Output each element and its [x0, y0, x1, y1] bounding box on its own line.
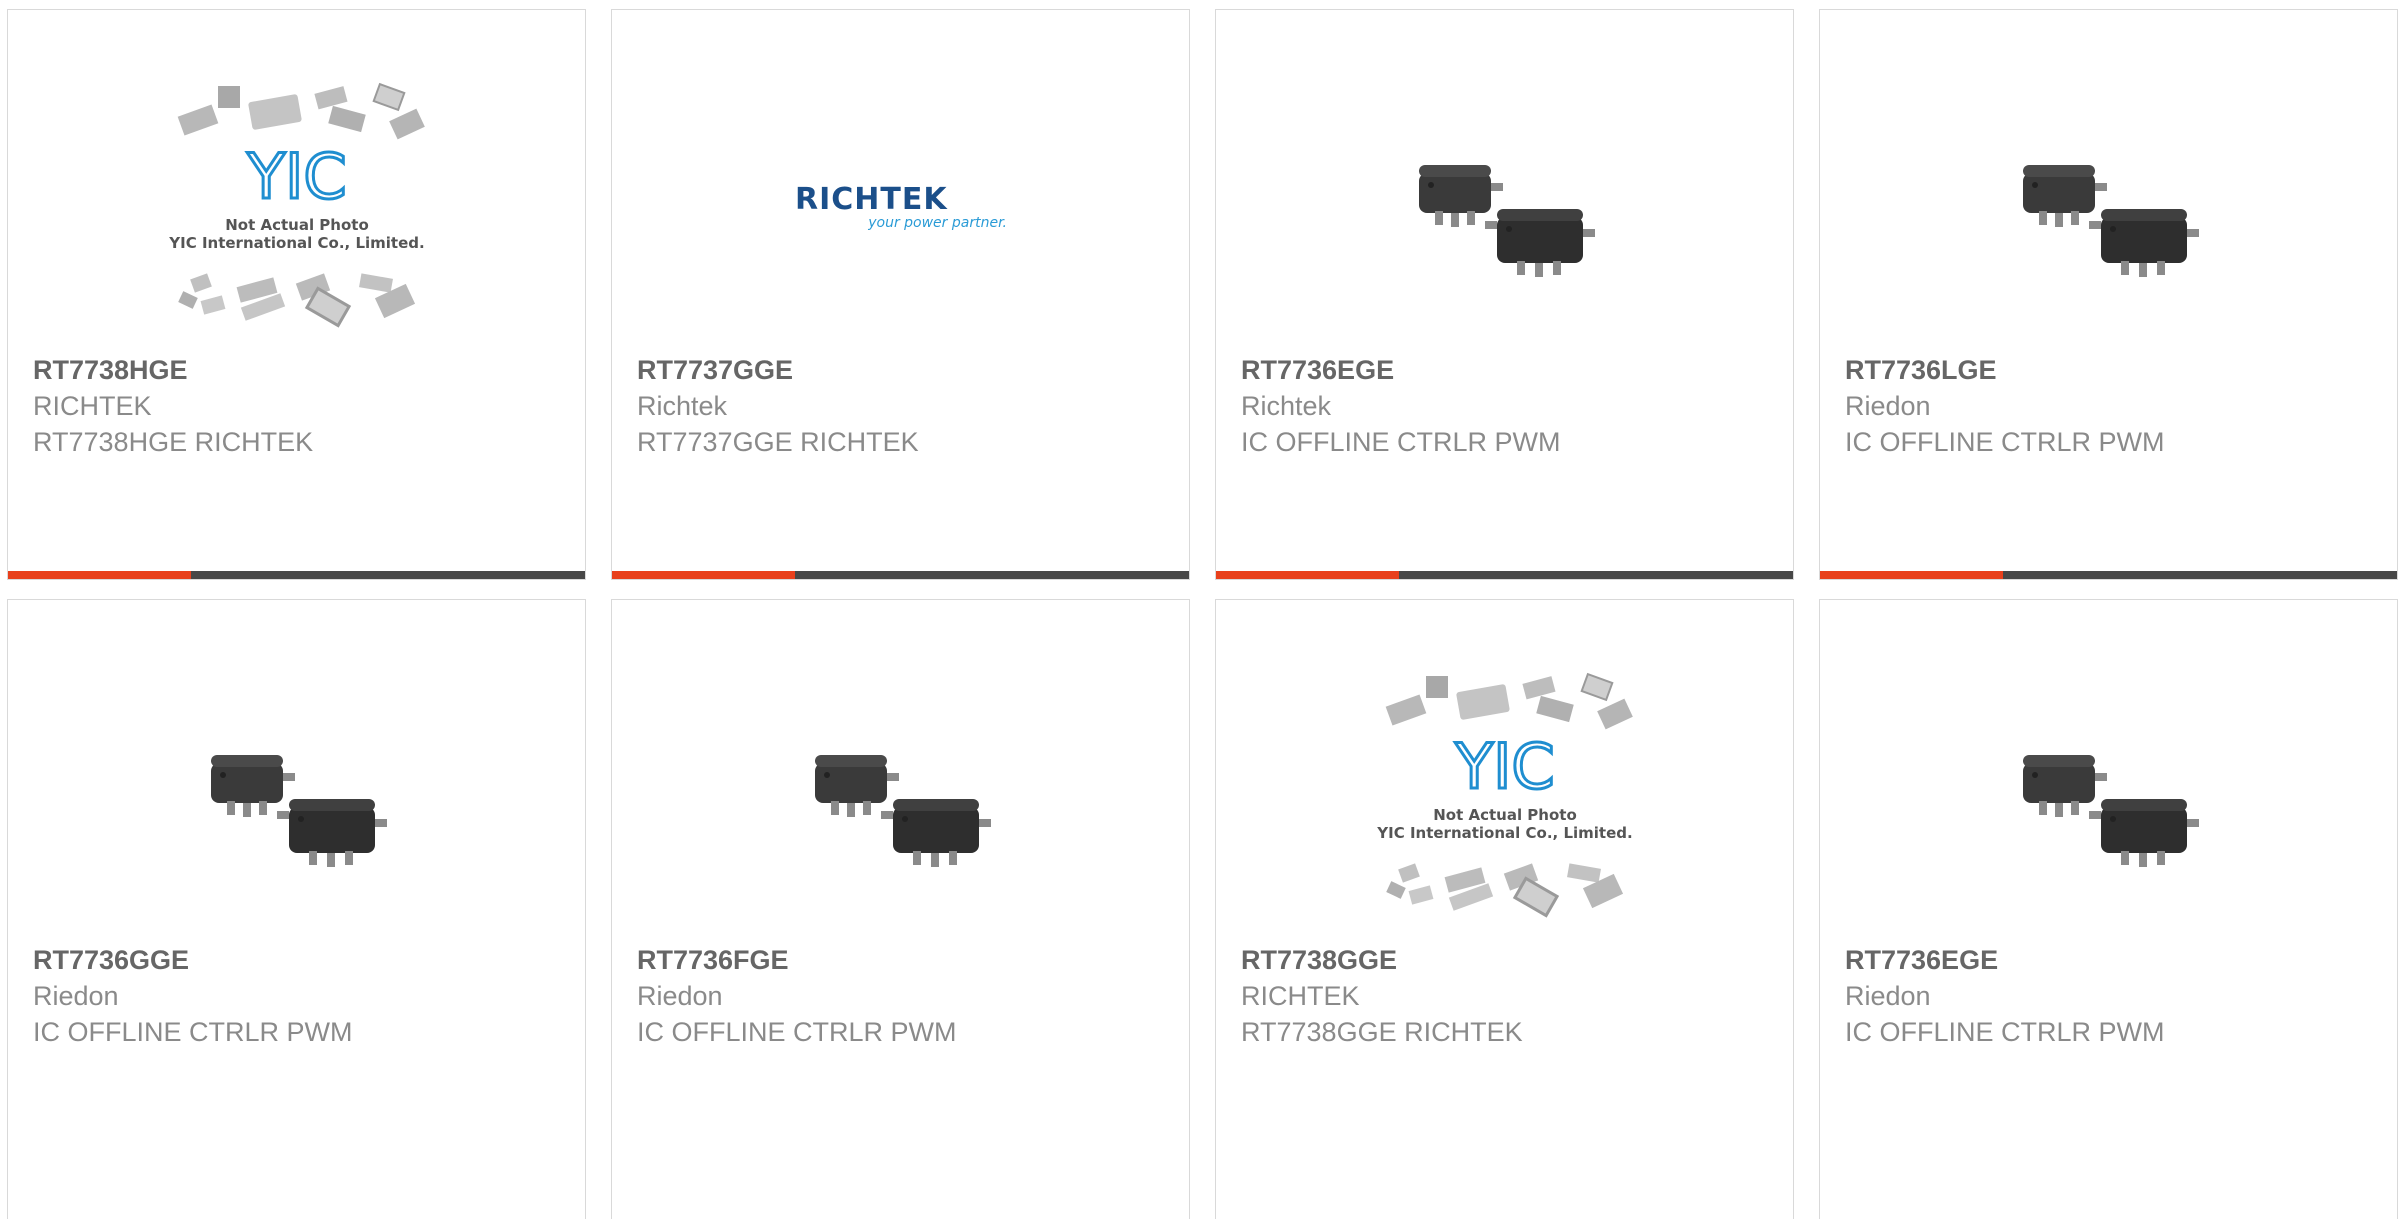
product-image[interactable] [612, 660, 1189, 930]
svg-text:YIC: YIC [1454, 730, 1554, 803]
product-image[interactable]: RICHTEK your power partner. [612, 70, 1189, 340]
product-info: RT7738HGE RICHTEK RT7738HGE RICHTEK [33, 352, 575, 460]
card-accent-bar [1216, 571, 1793, 579]
yic-placeholder-image: YIC Not Actual Photo YIC International C… [1376, 673, 1634, 918]
richtek-logo: RICHTEK your power partner. [795, 182, 1007, 231]
description: IC OFFLINE CTRLR PWM [33, 1017, 353, 1047]
product-card[interactable]: YIC Not Actual Photo YIC International C… [7, 9, 586, 580]
svg-text:RICHTEK: RICHTEK [795, 182, 948, 217]
manufacturer: Richtek [1241, 391, 1332, 421]
manufacturer: Richtek [637, 391, 728, 421]
part-number[interactable]: RT7736LGE [1845, 352, 2387, 388]
svg-text:your power partner.: your power partner. [867, 215, 1007, 231]
product-image[interactable]: YIC Not Actual Photo YIC International C… [8, 70, 585, 340]
part-number[interactable]: RT7738HGE [33, 352, 575, 388]
product-info: RT7737GGE Richtek RT7737GGE RICHTEK [637, 352, 1179, 460]
card-accent-bar [8, 571, 585, 579]
svg-text:YIC International Co., Limited: YIC International Co., Limited. [168, 234, 424, 252]
description: IC OFFLINE CTRLR PWM [1845, 427, 2165, 457]
product-image[interactable] [1820, 660, 2397, 930]
ic-chip-photo [210, 755, 387, 867]
product-info: RT7736FGE Riedon IC OFFLINE CTRLR PWM [637, 942, 1179, 1050]
description: RT7738HGE RICHTEK [33, 427, 314, 457]
description: IC OFFLINE CTRLR PWM [1241, 427, 1561, 457]
product-card[interactable]: RT7736LGE Riedon IC OFFLINE CTRLR PWM [1819, 9, 2398, 580]
part-number[interactable]: RT7738GGE [1241, 942, 1783, 978]
ic-chip-photo [2022, 165, 2199, 277]
manufacturer: Riedon [1845, 391, 1931, 421]
product-info: RT7736LGE Riedon IC OFFLINE CTRLR PWM [1845, 352, 2387, 460]
ic-chip-photo [814, 755, 991, 867]
part-number[interactable]: RT7736EGE [1845, 942, 2387, 978]
product-info: RT7736EGE Richtek IC OFFLINE CTRLR PWM [1241, 352, 1783, 460]
product-info: RT7738GGE RICHTEK RT7738GGE RICHTEK [1241, 942, 1783, 1050]
product-info: RT7736GGE Riedon IC OFFLINE CTRLR PWM [33, 942, 575, 1050]
part-number[interactable]: RT7736EGE [1241, 352, 1783, 388]
description: IC OFFLINE CTRLR PWM [637, 1017, 957, 1047]
svg-text:Not Actual Photo: Not Actual Photo [225, 216, 369, 234]
svg-text:Not Actual Photo: Not Actual Photo [1433, 806, 1577, 824]
yic-placeholder-image: YIC Not Actual Photo YIC International C… [168, 83, 426, 328]
product-image[interactable]: YIC Not Actual Photo YIC International C… [1216, 660, 1793, 930]
description: RT7737GGE RICHTEK [637, 427, 919, 457]
description: RT7738GGE RICHTEK [1241, 1017, 1523, 1047]
svg-text:YIC International Co., Limited: YIC International Co., Limited. [1376, 824, 1632, 842]
product-image[interactable] [1216, 70, 1793, 340]
ic-chip-photo [2022, 755, 2199, 867]
product-card[interactable]: RT7736FGE Riedon IC OFFLINE CTRLR PWM [611, 599, 1190, 1219]
description: IC OFFLINE CTRLR PWM [1845, 1017, 2165, 1047]
product-card[interactable]: YIC Not Actual Photo YIC International C… [1215, 599, 1794, 1219]
part-number[interactable]: RT7737GGE [637, 352, 1179, 388]
manufacturer: Riedon [33, 981, 119, 1011]
product-card[interactable]: RICHTEK your power partner. RT7737GGE Ri… [611, 9, 1190, 580]
manufacturer: RICHTEK [1241, 981, 1360, 1011]
product-card[interactable]: RT7736EGE Richtek IC OFFLINE CTRLR PWM [1215, 9, 1794, 580]
product-info: RT7736EGE Riedon IC OFFLINE CTRLR PWM [1845, 942, 2387, 1050]
manufacturer: RICHTEK [33, 391, 152, 421]
part-number[interactable]: RT7736GGE [33, 942, 575, 978]
card-accent-bar [1820, 571, 2397, 579]
product-image[interactable] [1820, 70, 2397, 340]
product-card[interactable]: RT7736GGE Riedon IC OFFLINE CTRLR PWM [7, 599, 586, 1219]
card-accent-bar [612, 571, 1189, 579]
product-card[interactable]: RT7736EGE Riedon IC OFFLINE CTRLR PWM [1819, 599, 2398, 1219]
product-grid: YIC Not Actual Photo YIC International C… [7, 9, 2398, 1219]
manufacturer: Riedon [1845, 981, 1931, 1011]
product-image[interactable] [8, 660, 585, 930]
svg-text:YIC: YIC [246, 140, 346, 213]
manufacturer: Riedon [637, 981, 723, 1011]
ic-chip-photo [1418, 165, 1595, 277]
part-number[interactable]: RT7736FGE [637, 942, 1179, 978]
